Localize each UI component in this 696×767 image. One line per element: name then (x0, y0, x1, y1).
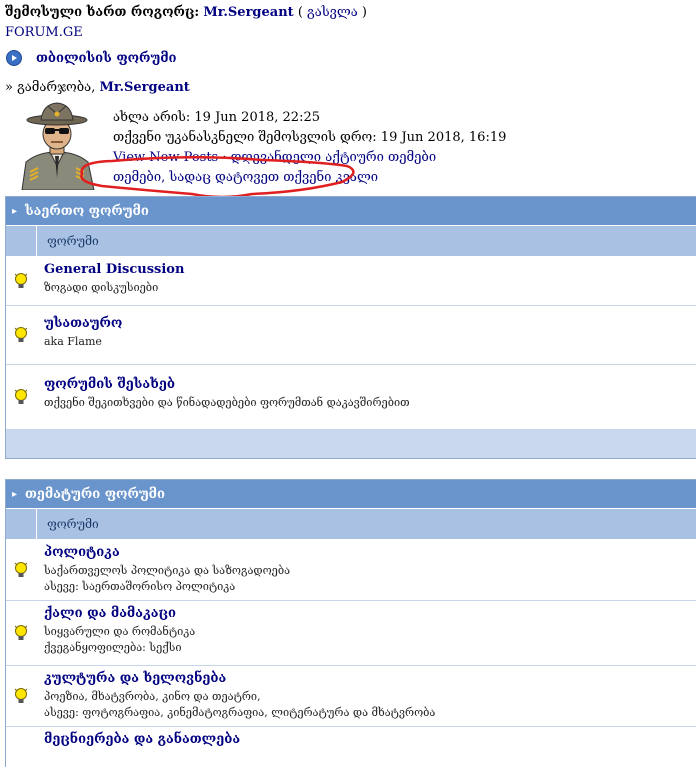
forum-row: მეცნიერება და განათლება (6, 727, 696, 767)
chevron-right-icon: ▸ (12, 488, 18, 500)
forum-description: ზოგადი დისკუსიები (44, 281, 159, 294)
forum-description: aka Flame (44, 335, 102, 348)
lightbulb-icon (6, 666, 36, 726)
welcome-prefix: » გამარჯობა, (5, 80, 100, 95)
my-topics-row: თემები, სადაც დატოვეთ თქვენი კვალი (113, 168, 506, 188)
username-link[interactable]: Mr.Sergeant (203, 5, 293, 20)
forum-row: უსათაურო aka Flame (6, 306, 696, 365)
forum-description: თქვენი შეკითხვები და წინადადებები ფორუმთ… (44, 396, 410, 409)
forum-description-extra: ქვეგანყოფილება: სექსი (44, 641, 182, 654)
forum-description-extra: ასევე: ფოტოგრაფია, კინემატოგრაფია, ლიტერ… (44, 706, 436, 719)
login-status: შემოსული ხართ როგორც: Mr.Sergeant ( გასვ… (5, 5, 367, 20)
column-header-forum: ფორუმი (47, 517, 99, 531)
category-header[interactable]: ▸ საერთო ფორუმი (6, 197, 696, 226)
category-title[interactable]: თემატური ფორუმი (25, 487, 165, 502)
play-circle-icon[interactable] (6, 50, 22, 66)
forum-link[interactable]: ქალი და მამაკაცი (44, 606, 689, 621)
forum-row: General Discussion ზოგადი დისკუსიები (6, 257, 696, 306)
forum-link[interactable]: ფორუმის შესახებ (44, 377, 689, 392)
board-nav: თბილისის ფორუმი (6, 50, 177, 66)
forum-description-extra: ასევე: საერთაშორისო პოლიტიკა (44, 580, 236, 593)
quick-links: View New Posts · დღევანდელი აქტიური თემე… (113, 148, 506, 168)
forum-row: პოლიტიკა საქართველოს პოლიტიკა და საზოგად… (6, 540, 696, 601)
forum-link[interactable]: კულტურა და ხელოვნება (44, 671, 689, 686)
forum-link[interactable]: უსათაურო (44, 316, 689, 331)
active-topics-link[interactable]: დღევანდელი აქტიური თემები (231, 150, 436, 165)
lightbulb-icon (6, 601, 36, 665)
view-new-posts-link[interactable]: View New Posts (113, 150, 218, 165)
column-header-icon-cell (6, 226, 37, 256)
site-name-link[interactable]: FORUM.GE (5, 25, 83, 40)
lightbulb-icon (6, 306, 36, 364)
forum-row: კულტურა და ხელოვნება პოეზია, მხატვრობა, … (6, 666, 696, 727)
sergeant-avatar-image (8, 100, 106, 191)
welcome-line: » გამარჯობა, Mr.Sergeant (5, 80, 190, 95)
user-info-box: ახლა არის: 19 Jun 2018, 22:25 თქვენი უკა… (5, 98, 696, 194)
last-visit: თქვენი უკანასკნელი შემოსვლის დრო: 19 Jun… (113, 130, 507, 145)
category-title[interactable]: საერთო ფორუმი (25, 204, 149, 219)
category-general: ▸ საერთო ფორუმი ფორუმი General Discussio… (5, 196, 696, 459)
logout-paren-close: ) (357, 5, 367, 20)
logged-as-label: შემოსული ხართ როგორც: (5, 5, 200, 20)
lightbulb-icon (6, 727, 36, 767)
forum-description: პოეზია, მხატვრობა, კინო და თეატრი, (44, 690, 261, 703)
forum-link[interactable]: პოლიტიკა (44, 545, 689, 560)
user-info-text: ახლა არის: 19 Jun 2018, 22:25 თქვენი უკა… (113, 108, 506, 188)
welcome-user-link[interactable]: Mr.Sergeant (99, 80, 189, 95)
forum-link[interactable]: მეცნიერება და განათლება (44, 732, 689, 747)
my-posts-topics-link[interactable]: თემები, სადაც დატოვეთ თქვენი კვალი (113, 170, 378, 185)
forum-row: ფორუმის შესახებ თქვენი შეკითხვები და წინ… (6, 365, 696, 430)
forum-description: სიყვარული და რომანტიკა (44, 625, 196, 638)
category-header[interactable]: ▸ თემატური ფორუმი (6, 480, 696, 509)
chevron-right-icon: ▸ (12, 205, 18, 217)
board-title-link[interactable]: თბილისის ფორუმი (36, 51, 177, 66)
column-header-forum: ფორუმი (47, 234, 99, 248)
avatar[interactable] (8, 100, 106, 191)
logout-paren-open: ( (297, 5, 308, 20)
column-header-row: ფორუმი (6, 509, 696, 540)
column-header-row: ფორუმი (6, 226, 696, 257)
forum-description: საქართველოს პოლიტიკა და საზოგადოება (44, 564, 291, 577)
lightbulb-icon (6, 540, 36, 600)
link-separator: · (218, 150, 231, 165)
lightbulb-icon (6, 365, 36, 429)
category-thematic: ▸ თემატური ფორუმი ფორუმი პოლიტიკა საქართ… (5, 479, 696, 767)
column-header-icon-cell (6, 509, 37, 539)
lightbulb-icon (6, 257, 36, 305)
category-footer (6, 430, 696, 458)
current-time: ახლა არის: 19 Jun 2018, 22:25 (113, 110, 320, 125)
logout-link[interactable]: გასვლა (307, 5, 358, 20)
forum-link[interactable]: General Discussion (44, 262, 689, 277)
forum-row: ქალი და მამაკაცი სიყვარული და რომანტიკა … (6, 601, 696, 666)
